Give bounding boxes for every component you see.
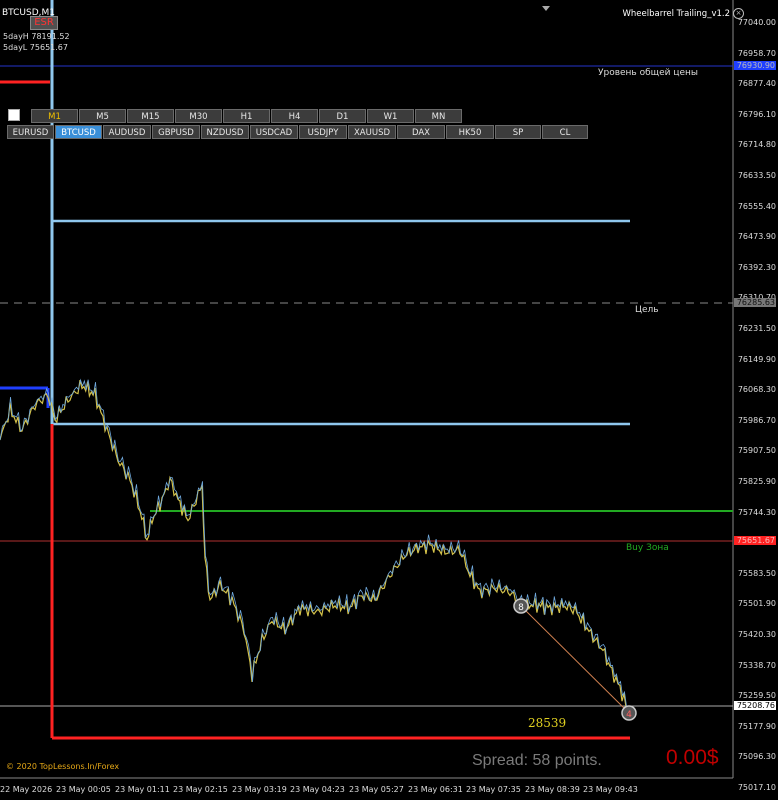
timeframe-button-mn[interactable]: MN: [415, 109, 462, 123]
exit-marker-label: 4: [626, 710, 632, 720]
symbol-button-usdjpy[interactable]: USDJPY: [299, 125, 347, 139]
price-tick-label: 75338.70: [737, 660, 776, 670]
time-tick-label: 23 May 09:43: [583, 785, 638, 794]
price-tick-label: 77040.00: [737, 18, 776, 27]
price-tick-label: 75744.30: [737, 507, 776, 517]
symbol-button-usdcad[interactable]: USDCAD: [250, 125, 298, 139]
time-tick-label: 23 May 07:35: [466, 785, 521, 794]
symbol-button-btcusd[interactable]: BTCUSD: [55, 125, 102, 139]
price-tick-label: 76392.30: [737, 262, 776, 272]
price-tick-label: 76231.50: [737, 324, 776, 333]
symbol-button-xauusd[interactable]: XAUUSD: [348, 125, 396, 139]
time-tick-label: 23 May 08:39: [525, 785, 580, 794]
price-tick-label: 75017.10: [737, 783, 776, 792]
trade-line: [520, 605, 630, 714]
price-tick-label: 75583.50: [737, 568, 776, 578]
time-tick-label: 23 May 04:23: [290, 785, 345, 794]
symbol-button-gbpusd[interactable]: GBPUSD: [152, 125, 200, 139]
time-tick-label: 23 May 02:15: [173, 785, 228, 794]
timeframe-button-m15[interactable]: M15: [127, 109, 174, 123]
chart-shift-icon[interactable]: [542, 6, 550, 11]
price-tick-label: 75096.30: [737, 752, 776, 762]
panel-toggle-checkbox[interactable]: [8, 109, 20, 121]
time-tick-label: 22 May 2026: [0, 785, 53, 794]
profit-readout: 0.00$: [666, 746, 719, 769]
current-price-tag: 75208.76: [734, 701, 776, 710]
price-tick-label: 76068.30: [737, 385, 776, 395]
price-tick-label: 75259.50: [737, 691, 776, 701]
symbol-button-hk50[interactable]: HK50: [446, 125, 494, 139]
time-tick-label: 23 May 00:05: [56, 785, 111, 794]
time-tick-label: 23 May 01:11: [115, 785, 170, 794]
price-tick-label: 75825.90: [737, 477, 776, 486]
time-tick-label: 23 May 03:19: [232, 785, 287, 794]
symbol-button-dax[interactable]: DAX: [397, 125, 445, 139]
price-tick-label: 76633.50: [737, 171, 776, 180]
timeframe-button-h1[interactable]: H1: [223, 109, 270, 123]
entry-marker-label: 8: [518, 603, 524, 613]
esr-button[interactable]: ESR: [30, 16, 58, 30]
indicator-name: Wheelbarrel Trailing_v1.2: [622, 9, 730, 19]
price-tick-label: 76958.70: [737, 48, 776, 58]
symbol-button-nzdusd[interactable]: NZDUSD: [201, 125, 249, 139]
spread-readout: Spread: 58 points.: [472, 752, 602, 769]
five-day-high: 5dayH 78191.52: [3, 32, 70, 41]
price-tick-label: 75177.90: [737, 721, 776, 731]
timeframe-button-m1[interactable]: M1: [31, 109, 78, 123]
price-tick-label: 75501.90: [737, 599, 776, 609]
common-price-label: Уровень общей цены: [598, 68, 699, 78]
price-tick-label: 76473.90: [737, 232, 776, 242]
price-tick-label: 75420.30: [737, 630, 776, 639]
price-tick-label: 76555.40: [737, 201, 776, 211]
timeframe-button-m5[interactable]: M5: [79, 109, 126, 123]
five-day-low: 5dayL 75651.67: [3, 43, 68, 52]
price-tick-label: 76714.80: [737, 140, 776, 150]
price-tick-label: 76877.40: [737, 79, 776, 89]
symbol-button-cl[interactable]: CL: [542, 125, 588, 139]
price-tick-label: 75907.50: [737, 446, 776, 456]
timeframe-button-h4[interactable]: H4: [271, 109, 318, 123]
target-label: Цель: [635, 305, 659, 315]
time-tick-label: 23 May 06:31: [408, 785, 463, 794]
common-price-tag: 76930.90: [734, 61, 776, 70]
price-tick-label: 76149.90: [737, 354, 776, 364]
price-series: [0, 379, 629, 714]
bar-counter: 28539: [528, 716, 567, 730]
buy-zone-label: Buy Зона: [626, 543, 669, 553]
buy-zone-price-tag: 75651.67: [734, 536, 776, 545]
symbol-button-audusd[interactable]: AUDUSD: [103, 125, 151, 139]
price-series-shadow: [0, 378, 629, 710]
symbol-button-eurusd[interactable]: EURUSD: [7, 125, 54, 139]
price-tick-label: 76796.10: [737, 109, 776, 119]
symbol-button-sp[interactable]: SP: [495, 125, 541, 139]
target-price-tag: 76285.63: [734, 298, 776, 307]
price-tick-label: 75986.70: [737, 415, 776, 425]
timeframe-button-m30[interactable]: M30: [175, 109, 222, 123]
time-tick-label: 23 May 05:27: [349, 785, 404, 794]
copyright-text: © 2020 TopLessons.In/Forex: [6, 762, 120, 771]
timeframe-button-w1[interactable]: W1: [367, 109, 414, 123]
timeframe-button-d1[interactable]: D1: [319, 109, 366, 123]
